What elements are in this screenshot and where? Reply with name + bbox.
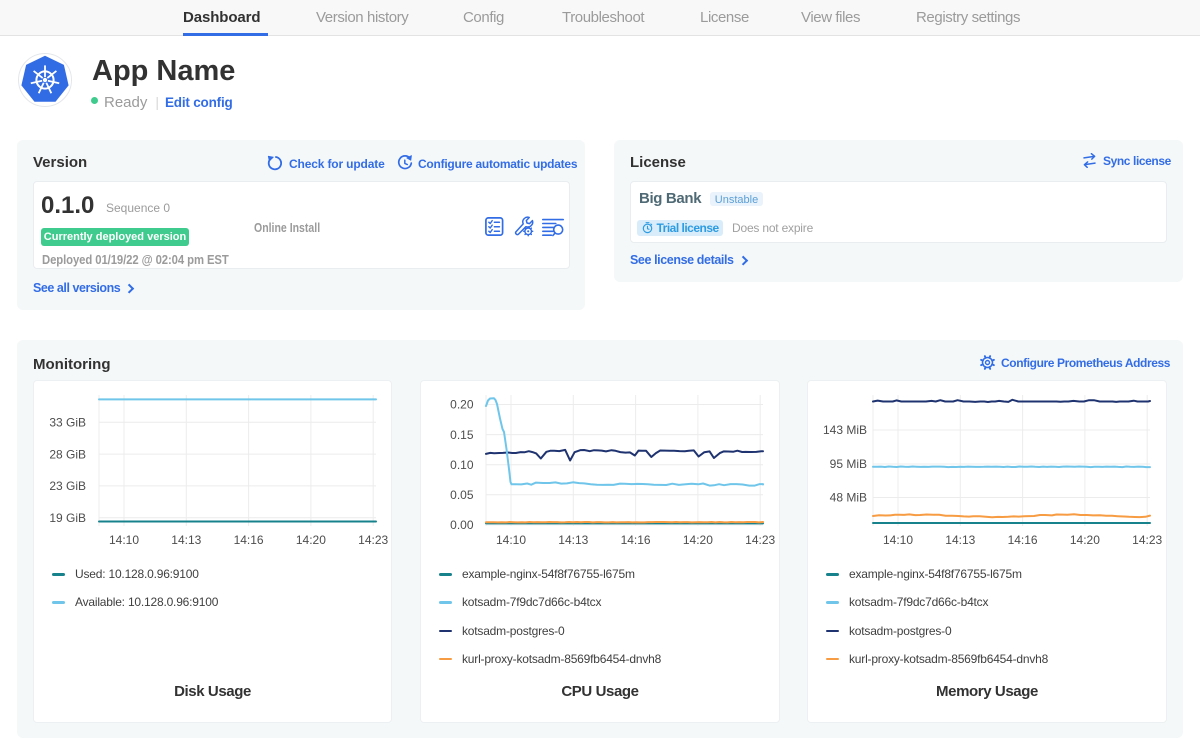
svg-text:14:23: 14:23 — [358, 533, 388, 547]
svg-text:48 MiB: 48 MiB — [830, 491, 867, 505]
svg-text:14:20: 14:20 — [683, 533, 713, 547]
svg-text:14:13: 14:13 — [171, 533, 201, 547]
svg-text:14:20: 14:20 — [1070, 533, 1100, 547]
svg-text:14:23: 14:23 — [745, 533, 775, 547]
svg-text:14:16: 14:16 — [621, 533, 651, 547]
svg-text:0.10: 0.10 — [450, 458, 474, 472]
svg-text:143 MiB: 143 MiB — [823, 423, 867, 437]
svg-text:0.15: 0.15 — [450, 428, 474, 442]
svg-text:0.20: 0.20 — [450, 398, 474, 412]
svg-text:14:23: 14:23 — [1132, 533, 1162, 547]
svg-text:33 GiB: 33 GiB — [49, 416, 86, 430]
svg-text:14:13: 14:13 — [558, 533, 588, 547]
svg-text:14:13: 14:13 — [945, 533, 975, 547]
svg-text:95 MiB: 95 MiB — [830, 457, 867, 471]
svg-text:0.00: 0.00 — [450, 518, 474, 532]
svg-text:0.05: 0.05 — [450, 488, 474, 502]
svg-text:14:16: 14:16 — [234, 533, 264, 547]
svg-text:14:16: 14:16 — [1008, 533, 1038, 547]
svg-text:28 GiB: 28 GiB — [49, 447, 86, 461]
svg-text:23 GiB: 23 GiB — [49, 479, 86, 493]
svg-text:14:10: 14:10 — [109, 533, 139, 547]
svg-text:19 GiB: 19 GiB — [49, 511, 86, 525]
svg-text:14:20: 14:20 — [296, 533, 326, 547]
svg-text:14:10: 14:10 — [496, 533, 526, 547]
svg-text:14:10: 14:10 — [883, 533, 913, 547]
